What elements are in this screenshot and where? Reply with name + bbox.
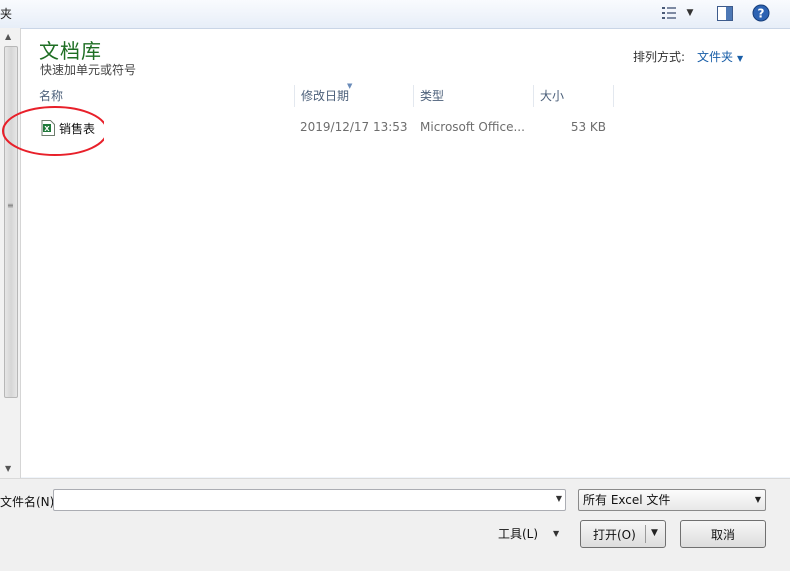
help-icon[interactable]: ? — [751, 4, 771, 22]
column-type[interactable]: 类型 — [414, 85, 534, 107]
scrollbar-grip-icon: ≡ — [7, 201, 14, 210]
scroll-up-icon[interactable]: ▲ — [5, 32, 11, 41]
split-divider — [645, 525, 646, 543]
file-date-modified: 2019/12/17 13:53 — [300, 120, 408, 134]
arrange-by-dropdown[interactable]: 文件夹 ▼ — [697, 48, 743, 65]
chevron-down-icon: ▼ — [754, 495, 761, 504]
arrange-by-label: 排列方式: — [633, 50, 686, 64]
arrange-by-value: 文件夹 — [697, 50, 734, 64]
file-size: 53 KB — [570, 120, 606, 134]
filename-input[interactable]: ▼ — [53, 489, 566, 511]
toolbar-cut-text: 夹 — [0, 7, 13, 21]
cancel-button[interactable]: 取消 — [680, 520, 766, 548]
chevron-down-icon[interactable]: ▼ — [651, 528, 658, 538]
scrollbar-thumb[interactable] — [4, 46, 18, 398]
filename-label: 文件名(N): — [0, 495, 59, 509]
views-icon[interactable] — [660, 4, 678, 22]
navigation-pane-scrollbar[interactable]: ▲ ≡ ▼ — [0, 28, 21, 478]
column-headers: 名称 修改日期 类型 大小 ▼ — [21, 82, 790, 107]
dialog-footer: 文件名(N): ▼ 所有 Excel 文件 ▼ 工具(L) ▼ 打开(O) ▼ … — [0, 478, 790, 571]
file-row[interactable]: X 销售表 2019/12/17 13:53 Microsoft Office.… — [33, 117, 633, 139]
column-size[interactable]: 大小 — [534, 85, 614, 107]
open-button[interactable]: 打开(O) ▼ — [580, 520, 666, 548]
file-type-value: 所有 Excel 文件 — [583, 493, 671, 507]
sort-indicator-icon: ▼ — [347, 82, 353, 90]
open-label: 打开(O) — [593, 527, 636, 542]
chevron-down-icon[interactable]: ▼ — [684, 4, 696, 22]
chevron-down-icon[interactable]: ▼ — [553, 529, 559, 538]
scroll-down-icon[interactable]: ▼ — [5, 464, 11, 473]
chevron-down-icon[interactable]: ▼ — [556, 494, 562, 503]
annotation-circle — [2, 106, 104, 156]
chevron-down-icon: ▼ — [737, 54, 744, 63]
file-list-pane: 文档库 快速加单元或符号 排列方式: 文件夹 ▼ 名称 修改日期 类型 大小 ▼ … — [21, 29, 790, 477]
file-type: Microsoft Office... — [420, 120, 525, 134]
toolbar: 夹 ▼ ? — [0, 0, 790, 29]
svg-text:?: ? — [758, 7, 765, 21]
tools-button[interactable]: 工具(L) — [498, 525, 538, 542]
preview-pane-icon[interactable] — [716, 4, 734, 22]
column-date-modified[interactable]: 修改日期 — [295, 85, 414, 107]
library-subtitle: 快速加单元或符号 — [40, 63, 137, 77]
file-type-select[interactable]: 所有 Excel 文件 ▼ — [578, 489, 766, 511]
library-title: 文档库 — [39, 39, 102, 63]
